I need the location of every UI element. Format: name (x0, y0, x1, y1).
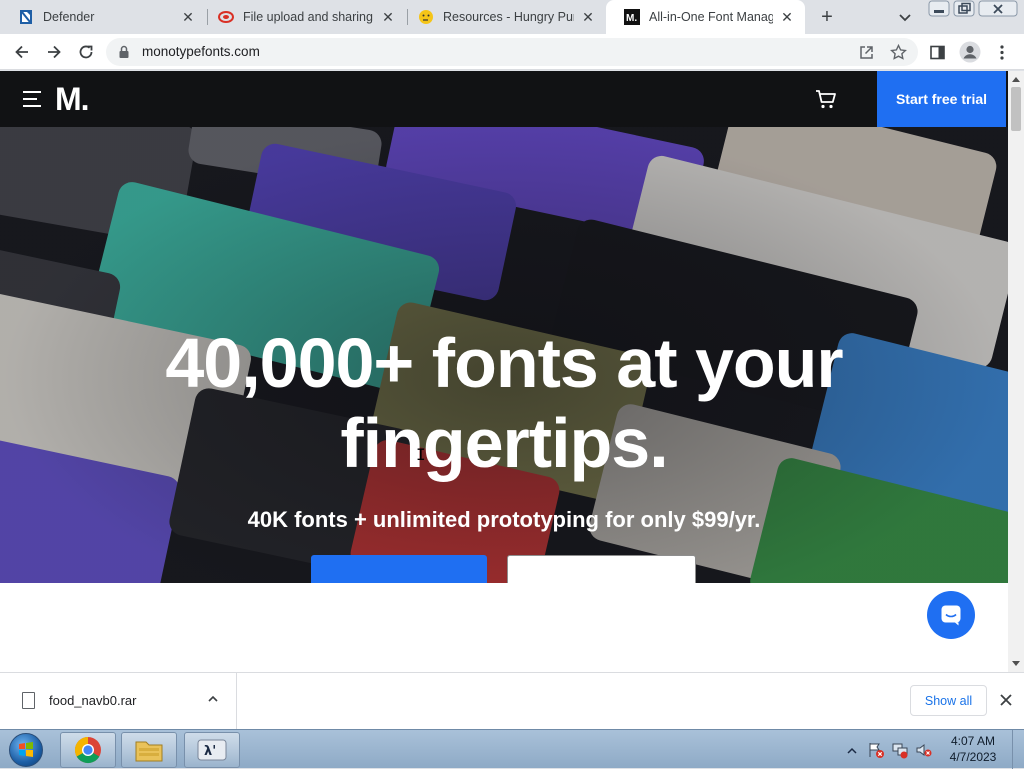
restore-window-button[interactable] (953, 0, 975, 18)
bookmark-star-icon[interactable] (889, 43, 907, 61)
download-file-name: food_navb0.rar (49, 693, 137, 708)
close-download-shelf-icon[interactable] (997, 691, 1015, 709)
lambda-app-icon: λ' (197, 739, 227, 761)
tab-title: Defender (43, 10, 95, 24)
chevron-up-icon[interactable] (206, 692, 220, 706)
profile-avatar-icon[interactable] (959, 41, 981, 63)
thinking-emoji-favicon-icon (418, 9, 434, 25)
monotype-logo[interactable]: M. (55, 81, 90, 118)
forward-arrow-icon[interactable] (42, 40, 66, 64)
start-free-trial-button[interactable]: Start free trial (877, 71, 1006, 127)
monotype-favicon-icon: M. (624, 9, 640, 25)
hamburger-menu-icon[interactable] (23, 91, 41, 107)
browser-menu-icon[interactable] (993, 43, 1011, 61)
page-scrollbar[interactable] (1008, 71, 1024, 672)
new-tab-button[interactable]: + (814, 5, 840, 29)
tab-file-upload[interactable]: File upload and sharing. I ✕ (200, 0, 406, 34)
share-icon[interactable] (857, 43, 875, 61)
back-arrow-icon[interactable] (10, 40, 34, 64)
defender-favicon-icon (18, 9, 34, 25)
scrollbar-thumb[interactable] (1011, 87, 1021, 131)
address-bar[interactable]: monotypefonts.com (106, 38, 918, 66)
site-header: M. Start free trial (0, 71, 1008, 127)
hero-secondary-button[interactable] (507, 555, 696, 583)
svg-text:λ': λ' (204, 744, 216, 759)
hero-primary-button[interactable] (311, 555, 487, 583)
scroll-up-arrow-icon[interactable] (1012, 77, 1020, 82)
action-center-flag-icon[interactable] (867, 741, 885, 764)
tab-strip: Defender ✕ File upload and sharing. I ✕ … (0, 0, 1024, 34)
chat-icon (941, 605, 961, 626)
taskbar-clock[interactable]: 4:07 AM 4/7/2023 (940, 733, 1006, 765)
close-window-button[interactable] (978, 0, 1018, 18)
hero-section: 40,000+ fonts at your fingertips. 40K fo… (0, 127, 1008, 583)
tab-title: File upload and sharing. I (243, 10, 374, 24)
show-all-downloads-button[interactable]: Show all (910, 685, 987, 716)
file-upload-favicon-icon (218, 9, 234, 25)
start-button[interactable] (4, 731, 48, 768)
volume-muted-icon[interactable] (915, 741, 933, 764)
download-item[interactable]: food_navb0.rar (0, 673, 237, 729)
clock-date: 4/7/2023 (949, 750, 997, 764)
lock-icon[interactable] (118, 45, 130, 64)
close-tab-icon[interactable]: ✕ (580, 9, 596, 25)
page-viewport: M. Start free trial 40,000+ fonts at you… (0, 71, 1008, 672)
chrome-icon (74, 736, 101, 764)
taskbar-chrome-button[interactable] (60, 732, 116, 768)
tab-title: All-in-One Font Manager (649, 10, 773, 24)
minimize-window-button[interactable] (928, 0, 950, 18)
windows-taskbar: λ' 4:07 AM 4/7/2023 (0, 729, 1024, 769)
file-icon (22, 692, 35, 709)
tab-font-manager[interactable]: M. All-in-One Font Manager ✕ (606, 0, 805, 34)
chat-support-button[interactable] (927, 591, 975, 639)
close-tab-icon[interactable]: ✕ (380, 9, 396, 25)
url-text: monotypefonts.com (142, 44, 260, 59)
folder-icon (135, 741, 163, 762)
tab-defender[interactable]: Defender ✕ (0, 0, 206, 34)
taskbar-app-button[interactable]: λ' (184, 732, 240, 768)
text-cursor-icon: I (416, 445, 426, 464)
hero-headline: 40,000+ fonts at your fingertips. (165, 324, 843, 482)
clock-time: 4:07 AM (950, 734, 996, 748)
browser-toolbar: monotypefonts.com (0, 34, 1024, 70)
scroll-down-arrow-icon[interactable] (1012, 661, 1020, 666)
taskbar-explorer-button[interactable] (121, 732, 177, 768)
close-tab-icon[interactable]: ✕ (779, 9, 795, 25)
side-panel-icon[interactable] (928, 43, 946, 61)
windows-logo-icon (9, 732, 43, 767)
download-shelf: food_navb0.rar Show all (0, 672, 1024, 729)
svg-text:M.: M. (626, 13, 637, 24)
show-hidden-icons-icon[interactable] (847, 743, 857, 761)
reload-icon[interactable] (74, 40, 98, 64)
tab-resources[interactable]: Resources - Hungry Pum ✕ (400, 0, 606, 34)
tab-title: Resources - Hungry Pum (443, 10, 574, 24)
tab-search-chevron-icon[interactable] (894, 6, 916, 28)
close-tab-icon[interactable]: ✕ (180, 9, 196, 25)
shopping-cart-icon[interactable] (814, 87, 838, 111)
network-icon[interactable] (891, 741, 909, 764)
hero-subheadline: 40K fonts + unlimited prototyping for on… (247, 507, 761, 532)
show-desktop-button[interactable] (1012, 730, 1024, 769)
